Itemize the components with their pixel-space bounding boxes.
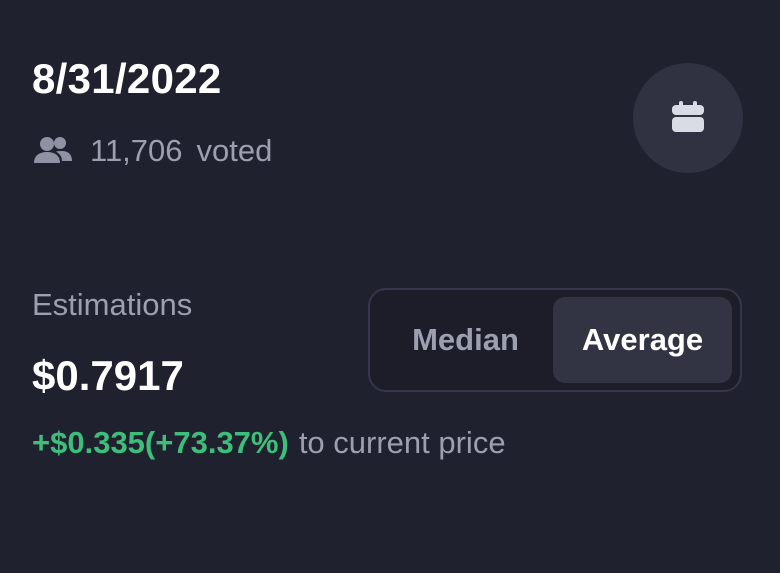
estimated-price: $0.7917 bbox=[32, 352, 184, 399]
votes-summary: 11,706 voted bbox=[32, 131, 272, 171]
votes-count: 11,706 bbox=[90, 133, 183, 168]
price-change: +$0.335(+73.37%) bbox=[32, 425, 289, 460]
estimation-mode-toggle: Median Average bbox=[368, 288, 742, 392]
calendar-icon bbox=[667, 95, 709, 142]
price-change-suffix: to current price bbox=[298, 425, 506, 460]
estimations-label: Estimations bbox=[32, 287, 193, 322]
price-change-row: +$0.335(+73.37%) to current price bbox=[32, 427, 506, 458]
target-date: 8/31/2022 bbox=[32, 55, 222, 102]
votes-label: voted bbox=[196, 133, 273, 168]
average-option[interactable]: Average bbox=[553, 297, 732, 383]
estimation-card: 8/31/2022 11,706 voted Estimations $0.79… bbox=[0, 0, 780, 573]
median-option[interactable]: Median bbox=[378, 297, 553, 383]
users-icon bbox=[32, 135, 74, 167]
calendar-button[interactable] bbox=[633, 63, 743, 173]
